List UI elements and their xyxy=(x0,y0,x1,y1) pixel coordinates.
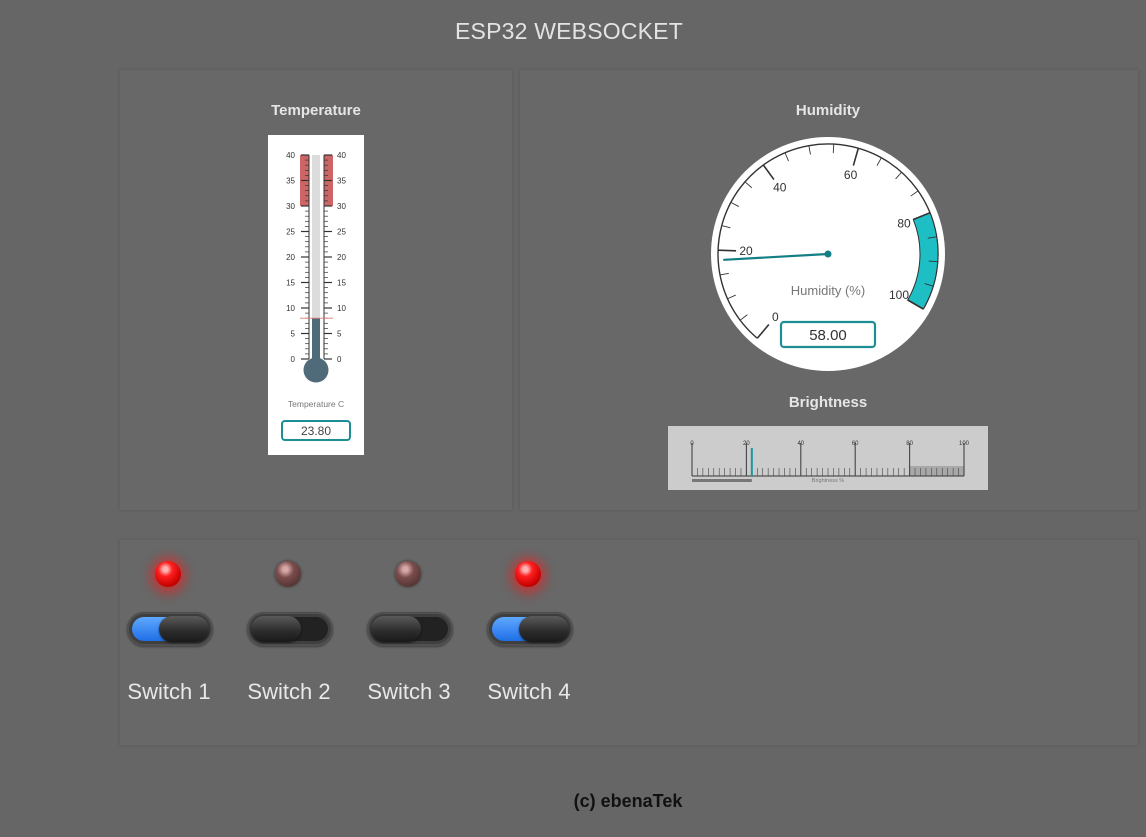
gauge-tick xyxy=(928,260,938,263)
thermo-tick-label-left: 20 xyxy=(286,253,295,262)
switch-1: Switch 1 xyxy=(121,555,217,715)
switch-3-led-indicator xyxy=(395,561,421,587)
thermo-tick-label-right: 5 xyxy=(337,330,342,339)
thermo-label: Temperature C xyxy=(288,399,344,409)
switch-4-label: Switch 4 xyxy=(487,679,571,704)
switch-2-led-indicator xyxy=(275,561,301,587)
brightness-tick-label: 0 xyxy=(690,441,694,447)
thermo-tick-label-left: 40 xyxy=(286,151,295,160)
gauge-label: Humidity (%) xyxy=(791,283,865,298)
thermo-value: 23.80 xyxy=(301,424,331,438)
thermo-tick-label-right: 40 xyxy=(337,151,346,160)
brightness-tick-label: 40 xyxy=(797,441,804,447)
gauge-needle-hub xyxy=(824,250,832,258)
toggle-knob[interactable] xyxy=(519,616,569,642)
toggle-knob[interactable] xyxy=(159,616,209,642)
brightness-tick-label: 80 xyxy=(906,441,913,447)
thermo-tick-label-left: 10 xyxy=(286,304,295,313)
thermo-tick-label-right: 30 xyxy=(337,202,346,211)
gauge-tick-label: 20 xyxy=(739,244,753,258)
brightness-tick-label: 20 xyxy=(743,441,750,447)
thermo-tick-label-left: 15 xyxy=(286,279,295,288)
toggle-knob[interactable] xyxy=(371,616,421,642)
thermo-tick-label-left: 35 xyxy=(286,177,295,186)
gauge-tick-label: 40 xyxy=(773,181,787,195)
brightness-bar xyxy=(692,479,752,482)
brightness-title: Brightness xyxy=(788,394,868,411)
switch-4-led-indicator xyxy=(515,561,541,587)
thermo-tick-label-right: 25 xyxy=(337,228,346,237)
gauge-tick-label: 100 xyxy=(889,288,909,302)
gauge-tick-label: 0 xyxy=(772,310,779,324)
gauge-tick xyxy=(718,249,737,252)
toggle-knob[interactable] xyxy=(251,616,301,642)
thermo-tick-label-left: 25 xyxy=(286,228,295,237)
switch-2: Switch 2 xyxy=(241,555,337,715)
thermometer-card: 0 0 5 5 10 10 15 15 20 20 25 25 30 30 35 35 40 40 Temperat… xyxy=(268,135,364,455)
page-title: ESP32 WEBSOCKET xyxy=(455,18,683,44)
gauge-tick-label: 80 xyxy=(897,216,911,230)
humidity-gauge: 0 20 40 60 80 100 Humidity (%) 58.00 xyxy=(711,137,945,371)
temperature-title: Temperature xyxy=(271,102,361,119)
switch-4: Switch 4 xyxy=(481,555,577,715)
switch-1-led-indicator xyxy=(155,561,181,587)
thermo-tick-label-left: 5 xyxy=(291,330,296,339)
brightness-tick-label: 60 xyxy=(852,441,859,447)
switch-2-toggle[interactable] xyxy=(247,612,333,646)
humidity-gauge-container: 0 20 40 60 80 100 Humidity (%) 58.00 xyxy=(707,133,949,375)
thermometer-gauge: 0 0 5 5 10 10 15 15 20 20 25 25 30 30 35 35 40 40 Temperat… xyxy=(281,151,351,441)
brightness-card: 0 20 40 60 80 100 Brightness % xyxy=(668,426,988,490)
brightness-gauge: 0 20 40 60 80 100 Brightness % xyxy=(690,441,970,484)
thermo-tick-label-right: 35 xyxy=(337,177,346,186)
gauge-value: 58.00 xyxy=(809,327,847,344)
thermo-tick-label-right: 10 xyxy=(337,304,346,313)
switch-3: Switch 3 xyxy=(361,555,457,715)
humidity-title: Humidity xyxy=(795,102,861,119)
footer-copyright: (c) ebenaTek xyxy=(573,791,683,811)
thermo-tick-label-right: 20 xyxy=(337,253,346,262)
gauge-tick-label: 60 xyxy=(844,168,858,182)
thermo-tick-label-left: 0 xyxy=(291,355,296,364)
thermo-bulb xyxy=(303,357,329,383)
brightness-tick-label: 100 xyxy=(959,441,970,447)
switch-2-label: Switch 2 xyxy=(247,679,331,704)
switch-3-toggle[interactable] xyxy=(367,612,453,646)
thermo-tick-label-left: 30 xyxy=(286,202,295,211)
switch-1-toggle[interactable] xyxy=(127,612,213,646)
switch-4-toggle[interactable] xyxy=(487,612,573,646)
switch-1-label: Switch 1 xyxy=(127,679,211,704)
brightness-label: Brightness % xyxy=(812,478,845,484)
thermo-tick-label-right: 15 xyxy=(337,279,346,288)
thermo-tick-label-right: 0 xyxy=(337,355,342,364)
switch-3-label: Switch 3 xyxy=(367,679,451,704)
